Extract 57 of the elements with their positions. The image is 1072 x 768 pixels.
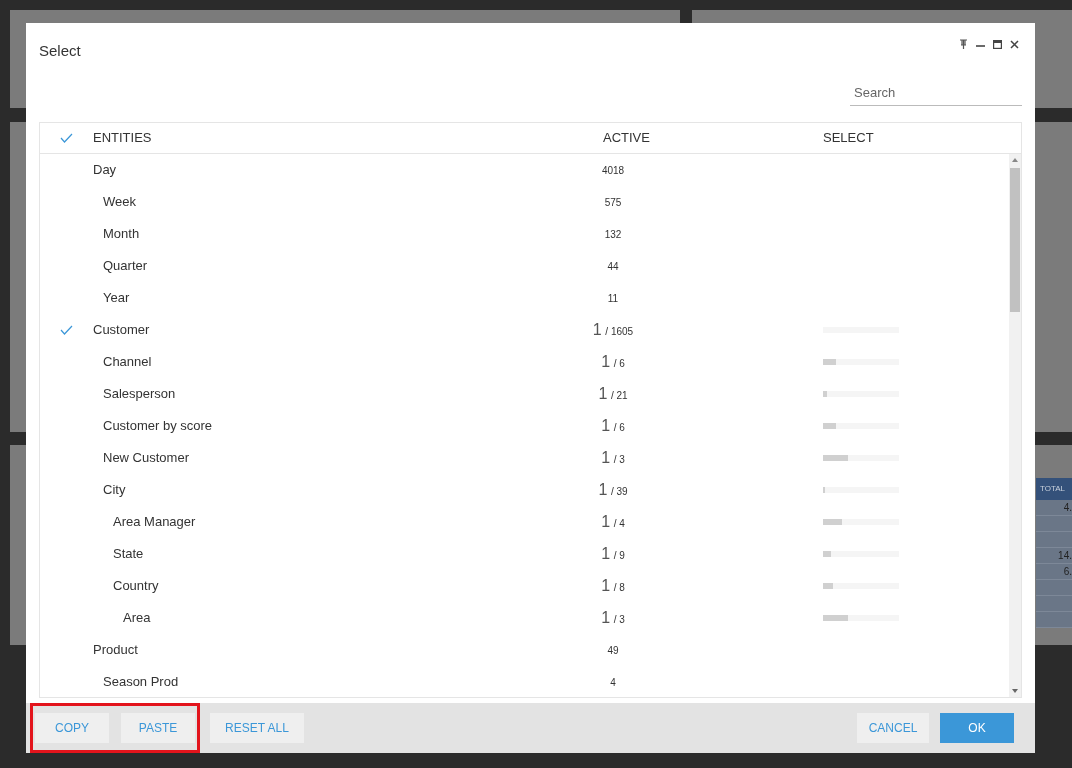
scroll-up-icon[interactable] (1012, 158, 1018, 162)
active-count: 132 (604, 227, 622, 242)
column-header: ENTITIES (93, 129, 153, 148)
active-count: 4018 (601, 163, 625, 178)
active-count: 1 / 21 (598, 384, 628, 404)
entity-name[interactable]: Season Prod (103, 674, 179, 690)
check-icon[interactable] (60, 133, 73, 143)
entity-name[interactable]: Day (93, 162, 117, 178)
table-cell: 14. (1036, 548, 1072, 564)
entity-name[interactable]: Customer by score (103, 418, 213, 434)
entity-name[interactable]: Customer (93, 322, 150, 338)
active-count: 4 (610, 675, 616, 690)
active-count: 1 / 8 (601, 576, 625, 596)
active-count: 1 / 9 (601, 544, 625, 564)
table-cell (1036, 612, 1072, 628)
pin-icon[interactable] (959, 38, 968, 50)
check-icon[interactable] (60, 325, 73, 335)
entity-name[interactable]: Week (103, 194, 136, 210)
column-header: SELECT (823, 129, 874, 148)
entity-name[interactable]: Year (103, 290, 130, 306)
table-cell: 6. (1036, 564, 1072, 580)
active-count: 11 (607, 291, 619, 306)
entity-name[interactable]: State (113, 546, 144, 562)
table-cell (1036, 516, 1072, 532)
table-cell: 4. (1036, 500, 1072, 516)
entity-name[interactable]: Salesperson (103, 386, 176, 402)
dialog-title: Select (39, 40, 81, 61)
active-count: 1 / 1605 (592, 320, 634, 340)
scrollbar-thumb[interactable] (1010, 168, 1020, 312)
active-count: 575 (604, 195, 622, 210)
active-count: 1 / 6 (601, 352, 625, 372)
table-header: TOTAL (1036, 478, 1072, 500)
entity-name[interactable]: Area (123, 610, 151, 626)
active-count: 1 / 4 (601, 512, 625, 532)
entity-name[interactable]: Area Manager (113, 514, 196, 530)
active-count: 1 / 6 (601, 416, 625, 436)
scroll-down-icon[interactable] (1012, 689, 1018, 693)
close-icon[interactable] (1010, 39, 1019, 49)
table-cell (1036, 596, 1072, 612)
active-count: 1 / 3 (601, 448, 625, 468)
entity-name[interactable]: Quarter (103, 258, 148, 274)
maximize-icon[interactable] (993, 39, 1002, 49)
entity-name[interactable]: City (103, 482, 126, 498)
active-count: 44 (607, 259, 619, 274)
active-count: 1 / 3 (601, 608, 625, 628)
entity-name[interactable]: Product (93, 642, 138, 658)
active-count: 1 / 39 (598, 480, 628, 500)
active-count: 49 (607, 643, 619, 658)
search-field[interactable]: Search (850, 79, 1022, 106)
entity-name[interactable]: Month (103, 226, 140, 242)
entity-name[interactable]: Channel (103, 354, 152, 370)
column-header: ACTIVE (603, 130, 650, 146)
table-cell (1036, 580, 1072, 596)
entity-name[interactable]: New Customer (103, 450, 189, 466)
scrollbar[interactable] (1009, 154, 1021, 697)
table-cell (1036, 532, 1072, 548)
entity-name[interactable]: Country (113, 578, 159, 594)
